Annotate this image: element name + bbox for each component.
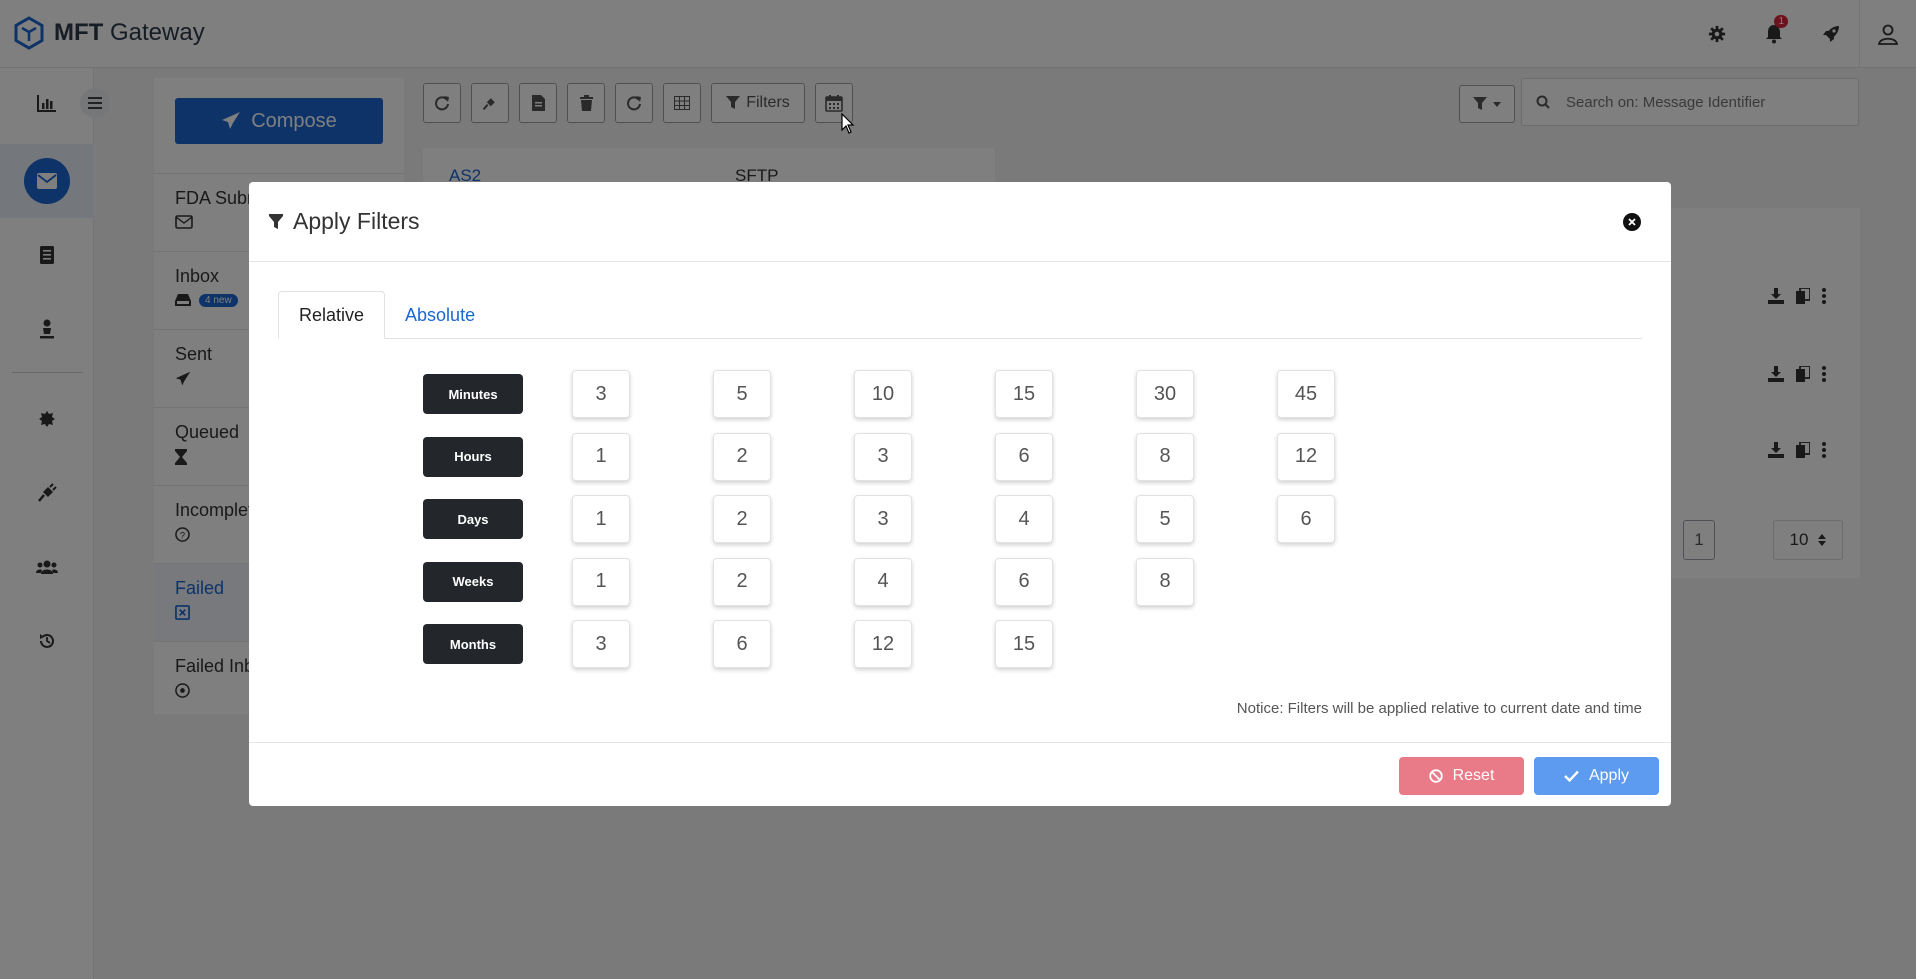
filter-mode-tabs: Relative Absolute bbox=[278, 291, 1642, 339]
relative-days-option[interactable]: 4 bbox=[995, 495, 1053, 543]
relative-weeks-option[interactable]: 6 bbox=[995, 557, 1053, 606]
filter-row-months: Months 3 6 12 15 bbox=[423, 616, 1423, 672]
relative-hours-option[interactable]: 12 bbox=[1277, 432, 1335, 481]
relative-minutes-option[interactable]: 15 bbox=[995, 370, 1053, 418]
reset-button[interactable]: Reset bbox=[1399, 757, 1524, 795]
relative-minutes-option[interactable]: 10 bbox=[854, 370, 912, 418]
close-icon bbox=[1628, 218, 1636, 226]
relative-minutes-option[interactable]: 5 bbox=[713, 370, 771, 418]
relative-minutes-option[interactable]: 3 bbox=[572, 370, 630, 418]
mouse-cursor-icon bbox=[841, 113, 855, 134]
relative-days-option[interactable]: 6 bbox=[1277, 495, 1335, 543]
funnel-icon bbox=[269, 213, 283, 229]
relative-hours-option[interactable]: 6 bbox=[995, 432, 1053, 481]
filter-row-days: Days 1 2 3 4 5 6 bbox=[423, 491, 1423, 547]
relative-hours-option[interactable]: 1 bbox=[572, 432, 630, 481]
relative-minutes-option[interactable]: 45 bbox=[1277, 370, 1335, 418]
relative-hours-option[interactable]: 8 bbox=[1136, 432, 1194, 481]
ban-icon bbox=[1428, 769, 1443, 783]
relative-weeks-option[interactable]: 4 bbox=[854, 557, 912, 606]
relative-months-option[interactable]: 15 bbox=[995, 620, 1053, 668]
relative-notice: Notice: Filters will be applied relative… bbox=[1236, 700, 1642, 717]
relative-days-option[interactable]: 5 bbox=[1136, 495, 1194, 543]
relative-days-option[interactable]: 2 bbox=[713, 495, 771, 543]
relative-months-option[interactable]: 3 bbox=[572, 620, 630, 668]
filter-row-weeks: Weeks 1 2 4 6 8 bbox=[423, 554, 1423, 610]
relative-weeks-option[interactable]: 8 bbox=[1136, 557, 1194, 606]
unit-label-hours: Hours bbox=[423, 436, 523, 477]
unit-label-months: Months bbox=[423, 624, 523, 664]
relative-months-option[interactable]: 12 bbox=[854, 620, 912, 668]
relative-days-option[interactable]: 1 bbox=[572, 495, 630, 543]
unit-label-weeks: Weeks bbox=[423, 561, 523, 602]
relative-hours-option[interactable]: 3 bbox=[854, 432, 912, 481]
close-button[interactable] bbox=[1623, 213, 1641, 231]
relative-days-option[interactable]: 3 bbox=[854, 495, 912, 543]
filter-row-hours: Hours 1 2 3 6 8 12 bbox=[423, 429, 1423, 485]
modal-header: Apply Filters bbox=[249, 182, 1671, 262]
relative-months-option[interactable]: 6 bbox=[713, 620, 771, 668]
apply-button[interactable]: Apply bbox=[1534, 757, 1659, 795]
tab-relative[interactable]: Relative bbox=[278, 291, 386, 339]
check-icon bbox=[1564, 770, 1579, 782]
relative-weeks-option[interactable]: 2 bbox=[713, 557, 771, 606]
relative-minutes-option[interactable]: 30 bbox=[1136, 370, 1194, 418]
filter-row-minutes: Minutes 3 5 10 15 30 45 bbox=[423, 366, 1423, 422]
modal-title: Apply Filters bbox=[293, 208, 420, 234]
relative-weeks-option[interactable]: 1 bbox=[572, 557, 630, 606]
tab-absolute[interactable]: Absolute bbox=[385, 291, 495, 339]
unit-label-minutes: Minutes bbox=[423, 374, 523, 414]
unit-label-days: Days bbox=[423, 499, 523, 539]
apply-filters-modal: Apply Filters Relative Absolute Minutes 3… bbox=[249, 182, 1671, 806]
relative-hours-option[interactable]: 2 bbox=[713, 432, 771, 481]
modal-footer: Reset Apply bbox=[249, 742, 1671, 806]
